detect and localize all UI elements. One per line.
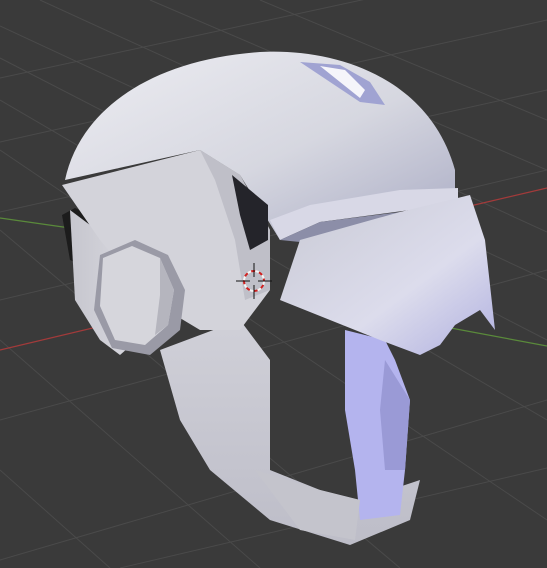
3d-viewport[interactable] xyxy=(0,0,547,568)
x-axis-line-far xyxy=(469,187,547,207)
helmet-jaw-inner-shadow xyxy=(380,360,410,470)
y-axis-line xyxy=(0,217,71,229)
viewport-canvas[interactable] xyxy=(0,0,547,568)
helmet-mesh[interactable] xyxy=(62,51,495,545)
y-axis-line-far xyxy=(439,325,547,347)
